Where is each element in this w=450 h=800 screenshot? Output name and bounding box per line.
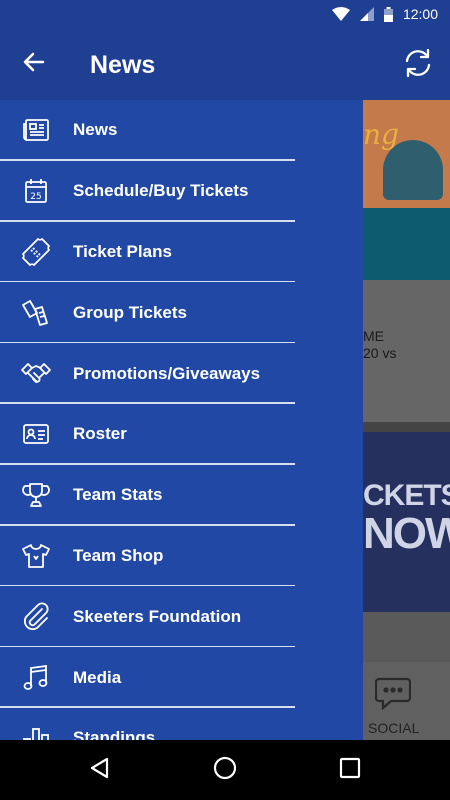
status-time: 12:00 bbox=[402, 6, 438, 22]
status-bar: 12:00 bbox=[0, 0, 450, 30]
drawer-item-label: Roster bbox=[73, 424, 127, 444]
newspaper-icon bbox=[21, 115, 51, 145]
refresh-button[interactable] bbox=[398, 45, 438, 85]
signal-icon bbox=[359, 7, 374, 21]
drawer-item-label: News bbox=[73, 120, 118, 140]
drawer-item-media[interactable]: Media bbox=[0, 647, 363, 708]
chat-bubble-icon bbox=[374, 676, 412, 715]
drawer-item-label: Group Tickets bbox=[73, 302, 187, 322]
calendar-icon: 25 bbox=[21, 176, 51, 206]
drawer-item-team-shop[interactable]: Team Shop bbox=[0, 526, 363, 587]
tickets-icon bbox=[21, 298, 51, 328]
news-card: ME 20 vs bbox=[363, 280, 450, 422]
triangle-back-icon bbox=[88, 756, 112, 785]
handshake-icon bbox=[21, 359, 51, 389]
shirt-icon bbox=[21, 541, 51, 571]
circle-home-icon bbox=[212, 755, 238, 786]
drawer-item-standings[interactable]: Standings bbox=[0, 708, 363, 740]
page-title: News bbox=[90, 51, 156, 79]
home-nav-button[interactable] bbox=[209, 754, 241, 786]
drawer-item-team-stats[interactable]: Team Stats bbox=[0, 465, 363, 526]
music-note-icon bbox=[21, 663, 51, 693]
drawer-item-schedule[interactable]: 25 Schedule/Buy Tickets bbox=[0, 161, 363, 222]
status-icons: 12:00 bbox=[331, 6, 438, 22]
paperclip-icon bbox=[21, 602, 51, 632]
navigation-drawer: News 25 Schedule/Buy Tickets Ticket Plan… bbox=[0, 100, 363, 740]
promo-banner-strip bbox=[363, 208, 450, 280]
drawer-item-label: Skeeters Foundation bbox=[73, 606, 242, 626]
drawer-item-promotions[interactable]: Promotions/Giveaways bbox=[0, 343, 363, 404]
wifi-icon bbox=[331, 7, 350, 21]
recents-nav-button[interactable] bbox=[334, 754, 366, 786]
drawer-item-label: Media bbox=[73, 667, 122, 687]
drawer-item-label: Team Stats bbox=[73, 485, 163, 505]
app-bar: News bbox=[0, 30, 450, 100]
drawer-item-label: Ticket Plans bbox=[73, 241, 172, 261]
drawer-item-group-tickets[interactable]: Group Tickets bbox=[0, 282, 363, 343]
drawer-item-label: Promotions/Giveaways bbox=[73, 363, 261, 383]
drawer-item-label: Schedule/Buy Tickets bbox=[73, 181, 249, 201]
drawer-item-label: Team Shop bbox=[73, 545, 164, 565]
ticket-icon bbox=[21, 237, 51, 267]
bar-chart-icon bbox=[21, 723, 51, 740]
arrow-back-icon bbox=[22, 50, 46, 79]
news-card-text: ME 20 vs bbox=[363, 328, 397, 361]
drawer-item-foundation[interactable]: Skeeters Foundation bbox=[0, 586, 363, 647]
social-tab-label[interactable]: SOCIAL bbox=[368, 720, 419, 736]
trophy-icon bbox=[21, 480, 51, 510]
square-recents-icon bbox=[339, 757, 361, 784]
refresh-icon bbox=[402, 47, 434, 84]
system-nav-bar bbox=[0, 740, 450, 800]
drawer-item-ticket-plans[interactable]: Ticket Plans bbox=[0, 222, 363, 283]
calendar-day: 25 bbox=[30, 192, 41, 202]
drawer-item-label: Standings bbox=[73, 728, 156, 740]
bottom-nav: SOCIAL bbox=[363, 662, 450, 740]
back-button[interactable] bbox=[16, 46, 52, 82]
id-card-icon bbox=[21, 419, 51, 449]
drawer-item-news[interactable]: News bbox=[0, 100, 363, 161]
battery-icon bbox=[383, 6, 393, 22]
tickets-banner: CKETS NOW bbox=[363, 432, 450, 612]
promo-banner-image: ng bbox=[363, 100, 450, 208]
back-nav-button[interactable] bbox=[84, 754, 116, 786]
drawer-item-roster[interactable]: Roster bbox=[0, 404, 363, 465]
